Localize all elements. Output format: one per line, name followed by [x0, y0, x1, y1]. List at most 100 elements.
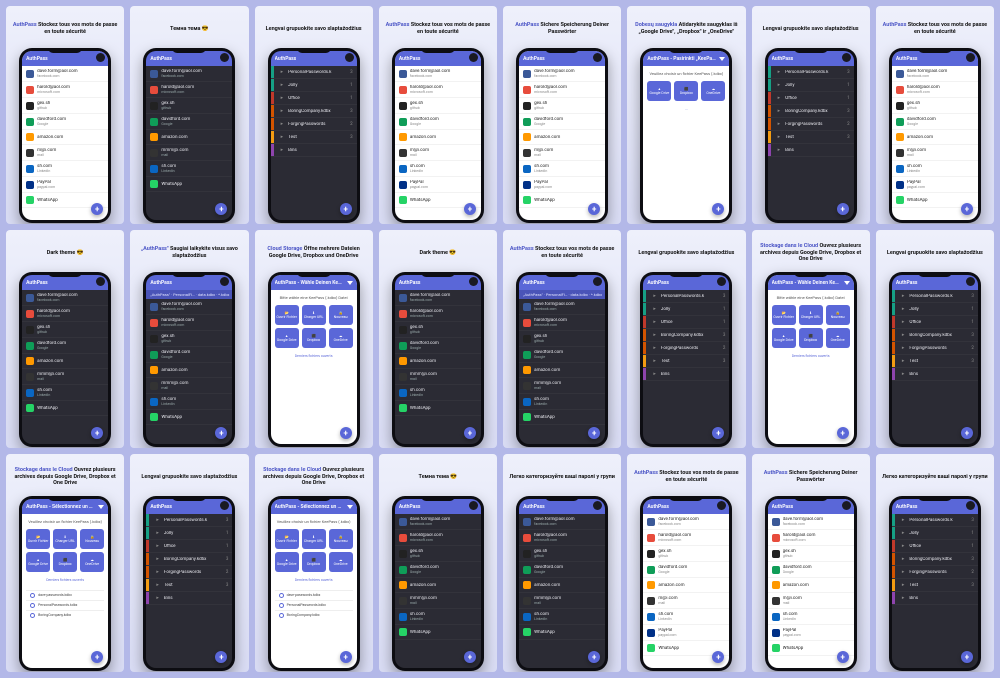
- cloud-tile[interactable]: 🔒Nouveau: [80, 529, 104, 549]
- password-entry[interactable]: sh.comLinkedIn: [519, 609, 605, 625]
- cloud-tile[interactable]: 📂Ouvrir Fichier: [275, 305, 299, 325]
- add-fab[interactable]: +: [961, 651, 973, 663]
- password-entry[interactable]: WhatsApp: [22, 401, 108, 416]
- cloud-tile[interactable]: ▲Google Drive: [275, 552, 299, 572]
- cloud-tile[interactable]: 📂Ouvrir Fichier: [772, 305, 796, 325]
- group-row[interactable]: ▸BoringCompany.kdbx3: [768, 105, 854, 118]
- password-entry[interactable]: mmm@i.commail: [395, 369, 481, 385]
- group-row[interactable]: ▸Bins: [146, 592, 232, 605]
- password-entry[interactable]: sh.comLinkedIn: [395, 609, 481, 625]
- cloud-tile[interactable]: ☁OneDrive: [701, 81, 725, 101]
- password-entry[interactable]: gex.shgithub: [395, 98, 481, 114]
- group-row[interactable]: ▸Office1: [643, 316, 729, 329]
- cloud-tile[interactable]: ▲Google Drive: [275, 328, 299, 348]
- group-row[interactable]: ▸BoringCompany.kdbx3: [643, 329, 729, 342]
- password-entry[interactable]: m@i.commail: [395, 145, 481, 161]
- password-entry[interactable]: mmm@i.commail: [519, 593, 605, 609]
- cloud-tile[interactable]: ⬇Charger URL: [53, 529, 77, 549]
- password-entry[interactable]: sh.comLinkedIn: [146, 394, 232, 410]
- group-row[interactable]: ▸PersonalPasswords.k3: [892, 514, 978, 527]
- add-fab[interactable]: +: [464, 427, 476, 439]
- recent-file[interactable]: PersonalPasswords.kdbx: [275, 600, 353, 610]
- password-entry[interactable]: mmm@i.commail: [146, 145, 232, 161]
- password-entry[interactable]: davidford.comGoogle: [643, 562, 729, 578]
- group-row[interactable]: ▸Office1: [892, 316, 978, 329]
- filter-icon[interactable]: [347, 504, 353, 510]
- add-fab[interactable]: +: [340, 651, 352, 663]
- group-row[interactable]: ▸Bins: [271, 144, 357, 157]
- cloud-tile[interactable]: ⬇Charger URL: [302, 529, 326, 549]
- password-entry[interactable]: davidford.comGoogle: [395, 338, 481, 354]
- password-entry[interactable]: gex.shgithub: [395, 546, 481, 562]
- password-entry[interactable]: PayPalpaypal.com: [22, 177, 108, 193]
- password-entry[interactable]: dave.form@aol.comfacebook.com: [395, 290, 481, 306]
- password-entry[interactable]: amazon.com: [146, 363, 232, 378]
- password-entry[interactable]: gex.shgithub: [146, 98, 232, 114]
- group-row[interactable]: ▸BoringCompany.kdbx3: [892, 553, 978, 566]
- password-entry[interactable]: sh.comLinkedIn: [643, 609, 729, 625]
- password-entry[interactable]: mmm@i.commail: [395, 593, 481, 609]
- password-entry[interactable]: dave.form@aol.comfacebook.com: [146, 299, 232, 315]
- password-entry[interactable]: davidford.comGoogle: [519, 114, 605, 130]
- password-entry[interactable]: sh.comLinkedIn: [519, 394, 605, 410]
- password-entry[interactable]: m@i.commail: [892, 145, 978, 161]
- cloud-tile[interactable]: ▲Google Drive: [772, 328, 796, 348]
- avatar-icon[interactable]: [966, 501, 975, 510]
- password-entry[interactable]: gex.shgithub: [395, 322, 481, 338]
- password-entry[interactable]: dave.form@aol.comfacebook.com: [519, 66, 605, 82]
- password-entry[interactable]: amazon.com: [643, 578, 729, 593]
- password-entry[interactable]: dave.form@aol.comfacebook.com: [643, 514, 729, 530]
- password-entry[interactable]: mmm@i.commail: [146, 378, 232, 394]
- password-entry[interactable]: harold@aol.commicrosoft.com: [22, 306, 108, 322]
- password-entry[interactable]: m@i.commail: [519, 145, 605, 161]
- group-row[interactable]: ▸Bins: [892, 592, 978, 605]
- password-entry[interactable]: davidford.comGoogle: [146, 114, 232, 130]
- group-row[interactable]: ▸Bins: [768, 144, 854, 157]
- group-row[interactable]: ▸ForgingPasswords2: [768, 118, 854, 131]
- password-entry[interactable]: gex.shgithub: [643, 546, 729, 562]
- cloud-tile[interactable]: ☁OneDrive: [80, 552, 104, 572]
- password-entry[interactable]: gex.shgithub: [22, 98, 108, 114]
- password-entry[interactable]: m@i.commail: [22, 145, 108, 161]
- password-entry[interactable]: amazon.com: [892, 130, 978, 145]
- add-fab[interactable]: +: [464, 651, 476, 663]
- add-fab[interactable]: +: [464, 203, 476, 215]
- add-fab[interactable]: +: [961, 427, 973, 439]
- password-entry[interactable]: davidford.comGoogle: [146, 347, 232, 363]
- password-entry[interactable]: m@i.commail: [768, 593, 854, 609]
- cloud-tile[interactable]: ⬇Charger URL: [799, 305, 823, 325]
- group-row[interactable]: ▸Jolly1: [768, 79, 854, 92]
- password-entry[interactable]: gex.shgithub: [519, 546, 605, 562]
- avatar-icon[interactable]: [469, 277, 478, 286]
- cloud-tile[interactable]: 📂Ouvrir Fichier: [26, 529, 50, 549]
- file-tabs[interactable]: „AuthPass" · PersonalFi… · data.kdbx · *…: [146, 290, 232, 299]
- add-fab[interactable]: +: [837, 651, 849, 663]
- group-row[interactable]: ▸Test3: [271, 131, 357, 144]
- recent-file[interactable]: BoringCompany.kdbx: [26, 610, 104, 620]
- avatar-icon[interactable]: [469, 53, 478, 62]
- cloud-tile[interactable]: 🔒Nouveau: [826, 305, 850, 325]
- group-row[interactable]: ▸Jolly1: [643, 303, 729, 316]
- password-entry[interactable]: gex.shgithub: [892, 98, 978, 114]
- add-fab[interactable]: +: [961, 203, 973, 215]
- password-entry[interactable]: davidford.comGoogle: [519, 347, 605, 363]
- group-row[interactable]: ▸Bins: [643, 368, 729, 381]
- recent-file[interactable]: dave-passwords.kdbx: [26, 590, 104, 600]
- group-row[interactable]: ▸Test3: [146, 579, 232, 592]
- password-entry[interactable]: amazon.com: [22, 354, 108, 369]
- filter-icon[interactable]: [98, 504, 104, 510]
- cloud-tile[interactable]: ⬛Dropbox: [302, 328, 326, 348]
- cloud-tile[interactable]: 🔒Nouveau: [329, 305, 353, 325]
- password-entry[interactable]: mmm@i.commail: [519, 378, 605, 394]
- password-entry[interactable]: dave.form@aol.comfacebook.com: [395, 514, 481, 530]
- password-entry[interactable]: harold@aol.commicrosoft.com: [519, 315, 605, 331]
- password-entry[interactable]: WhatsApp: [146, 410, 232, 425]
- password-entry[interactable]: harold@aol.commicrosoft.com: [146, 82, 232, 98]
- group-row[interactable]: ▸BoringCompany.kdbx3: [146, 553, 232, 566]
- password-entry[interactable]: sh.comLinkedIn: [768, 609, 854, 625]
- cloud-tile[interactable]: ☁OneDrive: [329, 552, 353, 572]
- password-entry[interactable]: PayPalpaypal.com: [643, 625, 729, 641]
- filter-icon[interactable]: [844, 280, 850, 286]
- password-entry[interactable]: harold@aol.commicrosoft.com: [519, 82, 605, 98]
- recent-file[interactable]: BoringCompany.kdbx: [275, 610, 353, 620]
